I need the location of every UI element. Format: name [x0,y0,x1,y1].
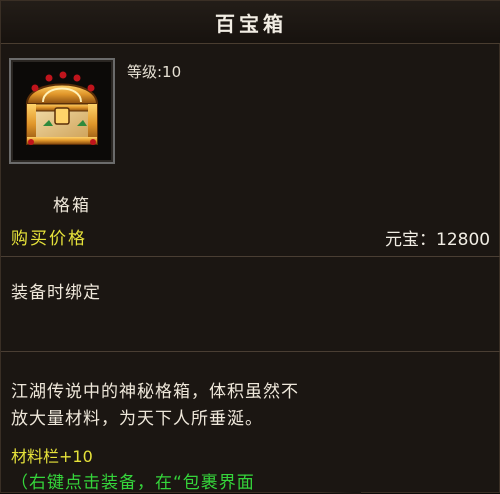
divider [1,351,500,352]
usage-hint: （右键点击装备，在“包裹界面 [11,473,255,493]
description-line: 江湖传说中的神秘格箱，体积虽然不 [11,382,299,402]
description-line: 放大量材料，为天下人所垂涎。 [11,409,263,429]
item-icon-slot[interactable] [9,58,115,164]
text-fade [361,377,401,435]
binding-status: 装备时绑定 [11,283,101,303]
item-tooltip: 百宝箱 等级:10 格箱 购买价格 元宝：12800 装备时绑定 江湖传说中的神… [0,0,500,494]
text-fade [321,466,361,494]
tooltip-title: 百宝箱 [1,1,500,44]
price-label: 购买价格 [11,229,87,249]
bonus-stat: 材料栏+10 [11,447,93,466]
item-level: 等级:10 [127,63,182,81]
item-name: 格箱 [53,196,91,216]
divider [1,256,500,257]
price-value: 元宝：12800 [385,230,491,250]
item-description: 江湖传说中的神秘格箱，体积虽然不 放大量材料，为天下人所垂涎。 [11,379,381,433]
